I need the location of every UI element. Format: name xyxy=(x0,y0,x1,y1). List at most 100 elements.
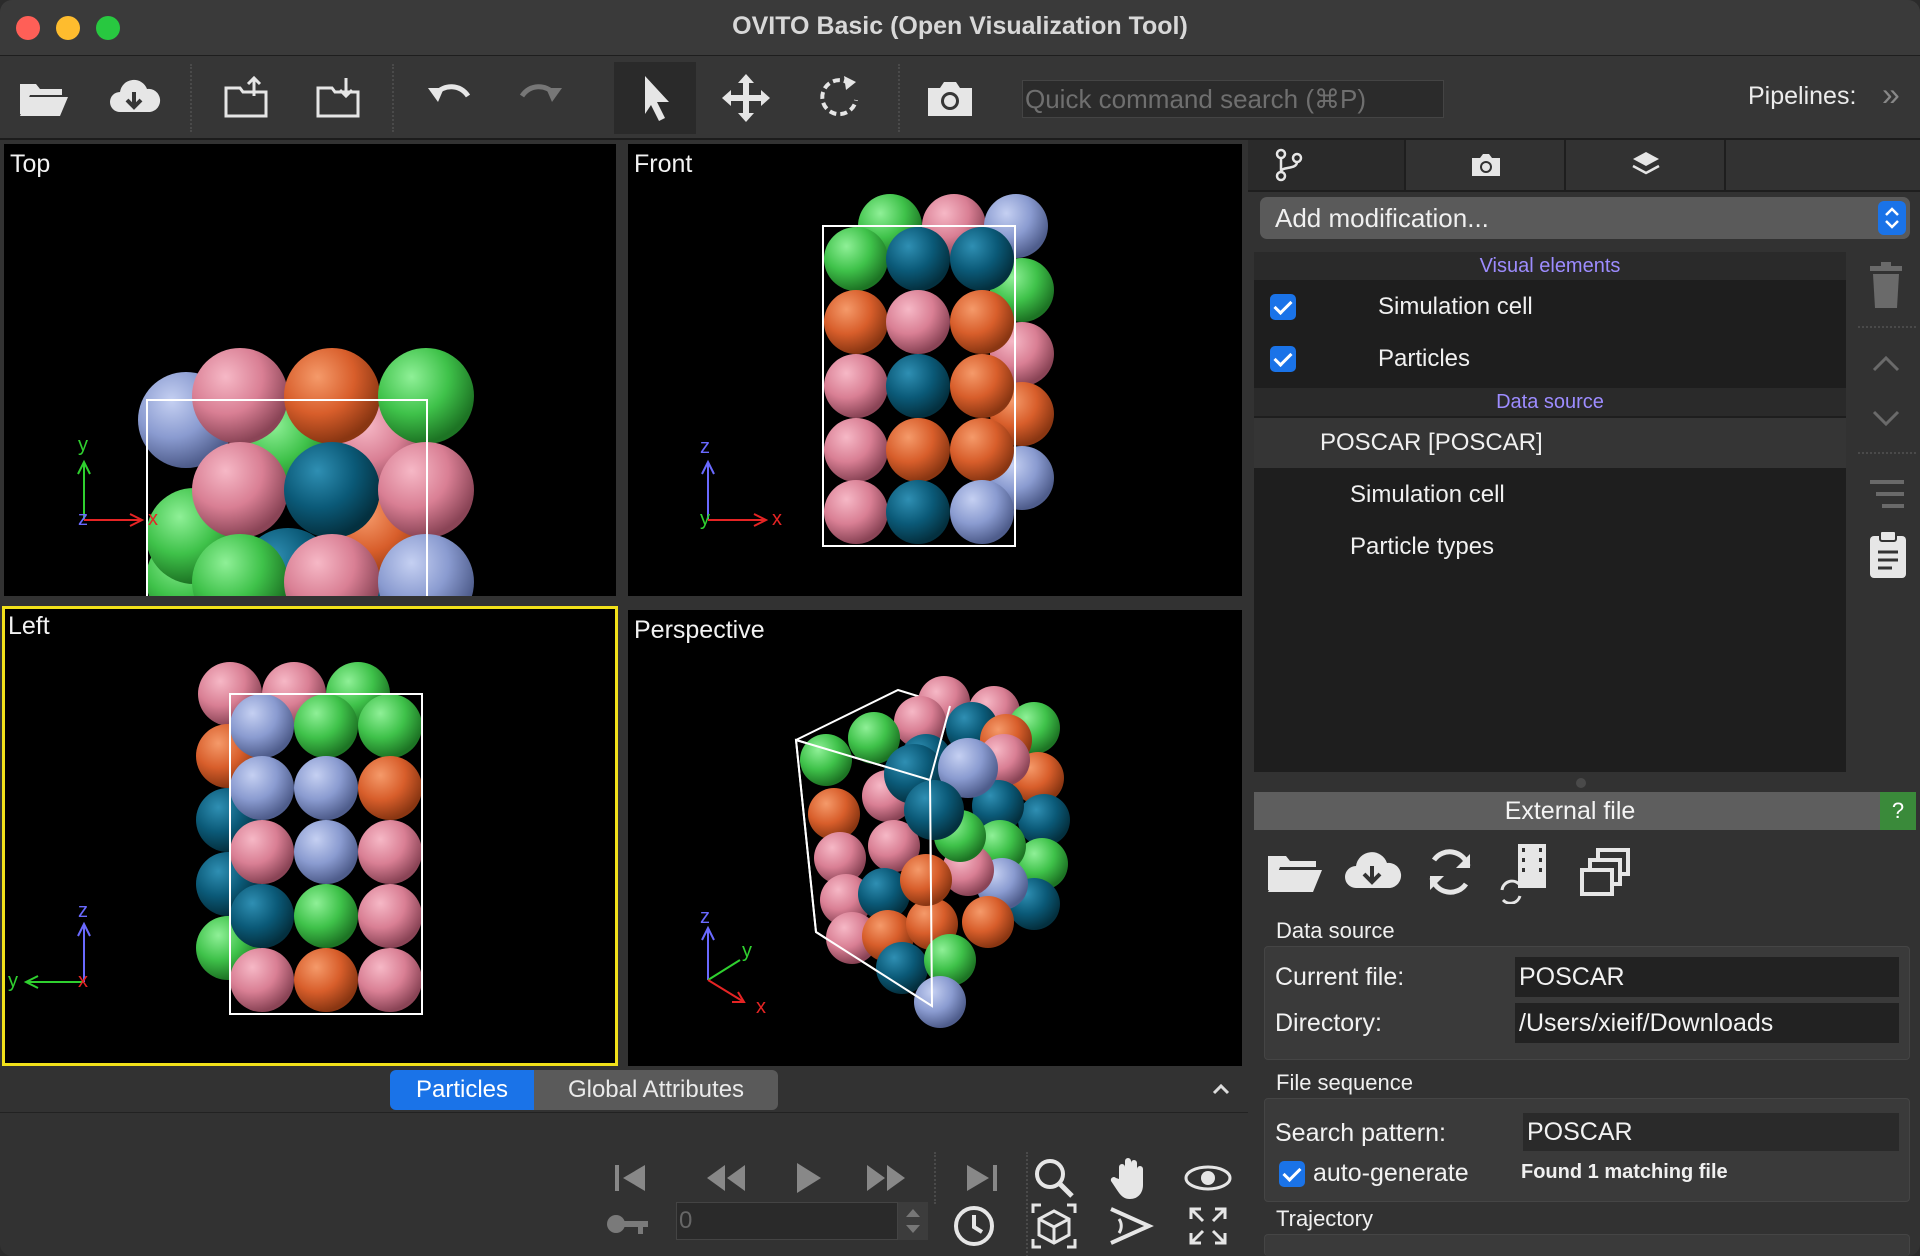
field-of-view-button[interactable] xyxy=(1100,1196,1160,1256)
particles xyxy=(138,348,474,596)
zoom-scene-extents-button[interactable] xyxy=(1024,1196,1084,1256)
axis-label-y: y xyxy=(742,940,752,962)
viewport-top[interactable]: Top y z x xyxy=(4,144,616,596)
previous-frame-button[interactable] xyxy=(696,1148,756,1208)
selection-mode-button[interactable] xyxy=(614,62,696,134)
update-trajectory-button[interactable] xyxy=(1496,840,1560,905)
toolbar-separator xyxy=(898,64,900,132)
frame-spinner[interactable]: 0 xyxy=(676,1202,898,1240)
data-source-section-title: Data source xyxy=(1276,918,1395,943)
application-window: OVITO Basic (Open Visualization Tool) Qu… xyxy=(0,0,1920,1256)
jump-to-start-button[interactable] xyxy=(600,1148,660,1208)
viewport-left-scene xyxy=(23,662,423,1015)
tab-global-attributes[interactable]: Global Attributes xyxy=(534,1070,778,1110)
undo-icon xyxy=(428,84,471,102)
list-item-label: Particles xyxy=(1378,345,1471,372)
open-folder-icon xyxy=(20,84,68,116)
particles xyxy=(824,194,1054,544)
redo-icon xyxy=(519,84,562,102)
maximize-viewport-button[interactable] xyxy=(1178,1196,1238,1256)
viewport-front[interactable]: Front z y x xyxy=(628,144,1242,596)
viewport-perspective[interactable]: Perspective z y x xyxy=(628,610,1242,1066)
quick-command-search-input[interactable]: Quick command search (⌘P) xyxy=(1022,80,1444,118)
rotate-icon xyxy=(820,76,858,117)
tab-particles[interactable]: Particles xyxy=(390,1070,534,1110)
camera-icon xyxy=(928,82,972,116)
pan-mode-button[interactable] xyxy=(706,62,786,134)
list-item-visual-particles[interactable]: Particles xyxy=(1254,334,1846,384)
play-button[interactable] xyxy=(778,1148,838,1208)
skip-start-icon xyxy=(615,1165,645,1191)
windows-stack-icon xyxy=(1580,848,1630,896)
import-file-icon xyxy=(316,78,360,118)
orbit-mode-button[interactable] xyxy=(798,62,878,134)
tab-overlays[interactable] xyxy=(1568,140,1726,190)
list-item-label: Particle types xyxy=(1350,533,1495,560)
trajectory-group xyxy=(1264,1234,1910,1256)
load-remote-button[interactable] xyxy=(94,62,174,134)
add-modification-label: Add modification... xyxy=(1275,203,1489,233)
cube-icon xyxy=(1031,1203,1077,1249)
pipeline-editor-list[interactable]: Visual elements Simulation cell Particle… xyxy=(1254,252,1846,772)
particles xyxy=(800,676,1070,1028)
trash-icon xyxy=(1870,262,1902,308)
pipelines-more-button[interactable]: » xyxy=(1882,76,1900,113)
divider xyxy=(0,1112,1248,1113)
open-folder-icon xyxy=(1268,856,1322,892)
tab-render[interactable] xyxy=(1408,140,1566,190)
file-sequence-group: Search pattern: POSCAR auto-generate Fou… xyxy=(1264,1098,1910,1202)
redo-button[interactable] xyxy=(500,62,580,134)
axis-label-z: z xyxy=(700,906,710,928)
search-pattern-input[interactable]: POSCAR xyxy=(1523,1113,1899,1151)
chevron-down-icon xyxy=(1872,410,1900,427)
next-frame-button[interactable] xyxy=(856,1148,916,1208)
export-file-icon xyxy=(224,75,268,118)
add-modification-dropdown[interactable]: Add modification... xyxy=(1260,197,1910,239)
animation-settings-button[interactable] xyxy=(944,1196,1004,1256)
axis-label-z: z xyxy=(78,508,88,530)
pipelines-label: Pipelines: xyxy=(1748,82,1857,110)
reload-button[interactable] xyxy=(1418,840,1482,904)
copy-to-clipboard-button[interactable] xyxy=(1864,528,1912,580)
download-cloud-icon xyxy=(110,79,161,112)
pick-remote-file-button[interactable] xyxy=(1340,840,1404,904)
render-button[interactable] xyxy=(910,62,990,134)
import-button[interactable] xyxy=(298,62,378,134)
move-up-button[interactable] xyxy=(1866,344,1906,384)
export-button[interactable] xyxy=(206,62,286,134)
list-item-visual-simulation-cell[interactable]: Simulation cell xyxy=(1254,282,1846,332)
visibility-checkbox[interactable] xyxy=(1270,346,1296,372)
list-item-label: POSCAR [POSCAR] xyxy=(1320,429,1543,456)
list-item-data-source[interactable]: POSCAR [POSCAR] xyxy=(1254,418,1846,468)
visibility-checkbox[interactable] xyxy=(1270,294,1296,320)
list-item-label: Simulation cell xyxy=(1378,293,1533,320)
help-button[interactable]: ? xyxy=(1880,792,1916,830)
undo-button[interactable] xyxy=(410,62,490,134)
divider xyxy=(934,1152,936,1204)
key-icon xyxy=(604,1204,652,1244)
move-down-button[interactable] xyxy=(1866,398,1906,438)
axis-tripod xyxy=(701,459,769,527)
chevron-up-icon xyxy=(1872,355,1900,372)
manage-modifiers-button[interactable] xyxy=(1862,474,1912,514)
open-file-button[interactable] xyxy=(2,62,82,134)
duplicate-pipeline-button[interactable] xyxy=(1574,840,1638,904)
list-item-particle-types[interactable]: Particle types xyxy=(1254,522,1846,572)
pipeline-branch-icon xyxy=(1275,148,1303,182)
viewport-left[interactable]: Left z y x xyxy=(2,606,618,1066)
visual-elements-header: Visual elements xyxy=(1254,252,1846,280)
collapse-data-inspector-button[interactable] xyxy=(1206,1074,1236,1104)
pick-local-file-button[interactable] xyxy=(1262,840,1326,904)
frame-spinner-arrows[interactable] xyxy=(898,1202,928,1240)
trajectory-section-title: Trajectory xyxy=(1276,1206,1373,1231)
tab-pipeline[interactable] xyxy=(1248,140,1406,190)
delete-button[interactable] xyxy=(1862,260,1910,312)
axis-tripod xyxy=(701,925,746,1003)
play-icon xyxy=(797,1163,821,1193)
pipeline-side-buttons xyxy=(1852,252,1920,772)
auto-generate-checkbox[interactable] xyxy=(1279,1161,1305,1187)
rewind-icon xyxy=(707,1165,745,1191)
viewport-front-scene xyxy=(701,194,1054,547)
list-item-simulation-cell[interactable]: Simulation cell xyxy=(1254,470,1846,520)
splitter-handle[interactable] xyxy=(1576,778,1586,788)
